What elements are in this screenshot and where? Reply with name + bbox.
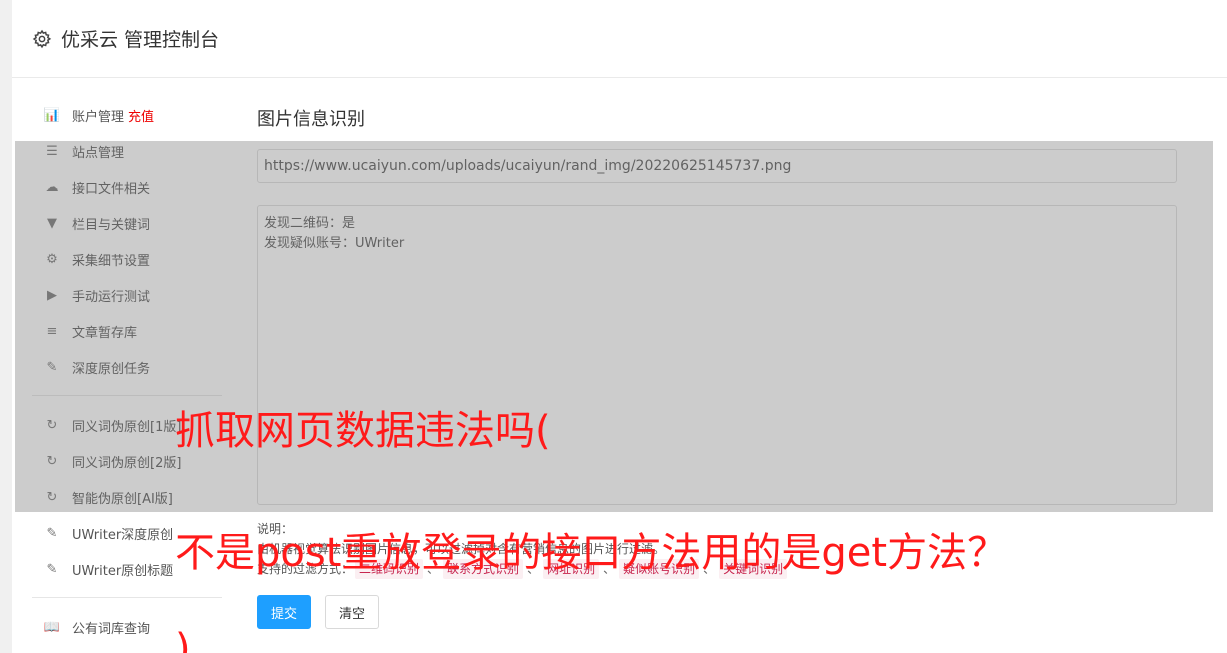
dim-overlay — [15, 141, 1213, 512]
sidebar-item-label: UWriter深度原创 — [72, 527, 174, 543]
sidebar-divider — [32, 597, 222, 598]
edit-icon: ✎ — [46, 561, 58, 577]
sidebar-item-label: 账户管理 — [72, 109, 125, 125]
header: 优采云 管理控制台 — [12, 0, 1227, 78]
page-title: 优采云 管理控制台 — [61, 29, 220, 51]
submit-button[interactable]: 提交 — [257, 595, 311, 629]
section-title: 图片信息识别 — [257, 109, 365, 130]
edit-icon: ✎ — [46, 525, 58, 541]
caption-line-2: 不是post重放登录的接口方法用的是get方法？ — [175, 530, 1008, 576]
sidebar-item-account[interactable]: 📊 账户管理 充值 — [12, 97, 222, 133]
sidebar-item-label: 公有词库查询 — [72, 621, 151, 637]
button-row: 提交 清空 — [257, 595, 1177, 629]
clear-button[interactable]: 清空 — [325, 595, 379, 629]
caption-line-3: ) — [175, 626, 191, 653]
recharge-link[interactable]: 充值 — [128, 106, 154, 125]
book-icon: 📖 — [43, 619, 61, 635]
gear-icon — [32, 29, 52, 48]
sidebar-item-label: UWriter原创标题 — [72, 563, 174, 579]
bar-chart-icon: 📊 — [43, 107, 61, 123]
caption-line-1: 抓取网页数据违法吗( — [175, 408, 551, 454]
